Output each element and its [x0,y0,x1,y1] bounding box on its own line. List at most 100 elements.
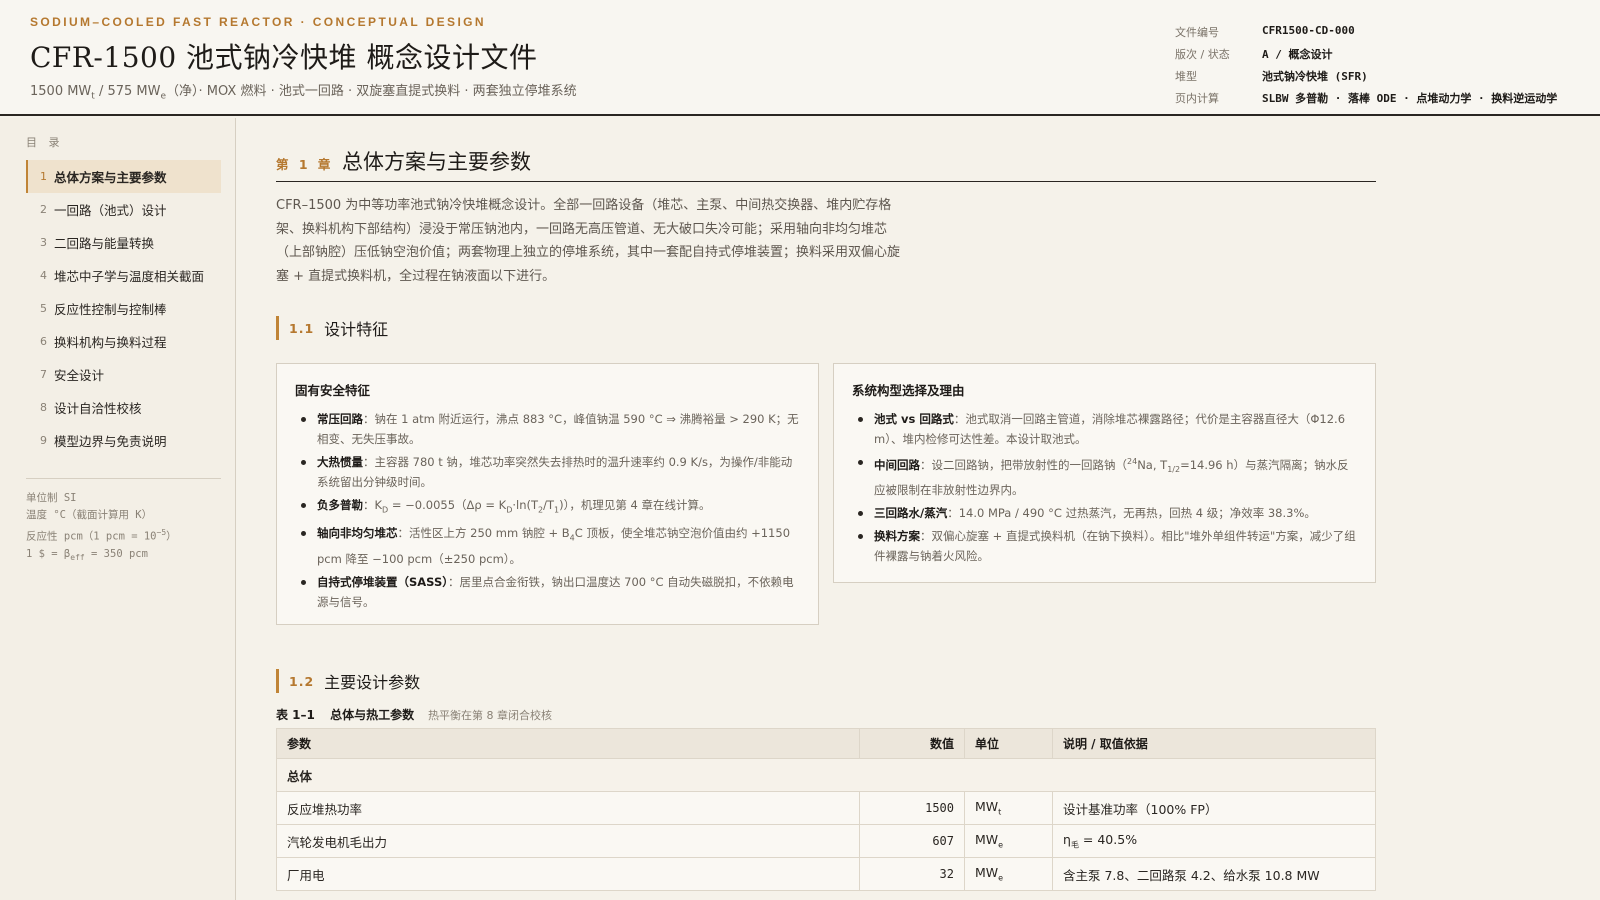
table-caption-title: 总体与热工参数 [330,708,415,722]
meta-key-reactor-type: 堆型 [1175,70,1197,83]
toc-item-6[interactable]: 6 换料机构与换料过程 [26,325,221,358]
toc-item-label: 反应性控制与控制棒 [54,302,167,317]
toc-item-5[interactable]: 5 反应性控制与控制棒 [26,292,221,325]
cell-value: 32 [859,857,965,891]
toc-item-label: 总体方案与主要参数 [54,170,167,185]
table-row: 反应堆热功率 1500 MWt 设计基准功率（100% FP） [276,791,1376,825]
column-header-parameter: 参数 [276,728,860,759]
section-title: 主要设计参数 [324,673,421,692]
table-caption-note: 热平衡在第 8 章闭合校核 [428,709,552,722]
table-header-row: 参数 数值 单位 说明 / 取值依据 [276,728,1376,759]
chapter-title: 总体方案与主要参数 [342,150,531,174]
toc-item-number: 3 [40,236,47,249]
document-title: CFR-1500 池式钠冷快堆 概念设计文件 [30,41,538,74]
card-system-configuration: 系统构型选择及理由 池式 vs 回路式：池式取消一回路主管道，消除堆芯裸露路径；… [833,363,1376,583]
toc-item-2[interactable]: 2 一回路（池式）设计 [26,193,221,226]
toc-item-label: 安全设计 [54,368,105,383]
card-title: 固有安全特征 [295,383,371,398]
meta-value-reactor-type: 池式钠冷快堆 (SFR) [1262,70,1368,83]
cell-note: 含主泵 7.8、二回路泵 4.2、给水泵 10.8 MW [1052,857,1376,891]
table-caption-number: 表 1–1 [276,708,315,722]
meta-key-revision: 版次 / 状态 [1175,48,1230,61]
cell-parameter: 反应堆热功率 [276,791,860,825]
meta-value-doc-number: CFR1500-CD-000 [1262,24,1355,37]
table-caption: 表 1–1 总体与热工参数 热平衡在第 8 章闭合校核 [276,706,552,723]
toc-item-label: 模型边界与免责说明 [54,434,167,449]
cell-unit: MWe [964,857,1053,891]
parameters-table: 参数 数值 单位 说明 / 取值依据 总体 反应堆热功率 1500 MWt 设计… [276,728,1376,891]
column-header-unit: 单位 [964,728,1053,759]
table-row: 厂用电 32 MWe 含主泵 7.8、二回路泵 4.2、给水泵 10.8 MW [276,857,1376,891]
list-item: 轴向非均匀堆芯：活性区上方 250 mm 钠腔 + B4C 顶板，使全堆芯钠空泡… [295,523,800,568]
card-title: 系统构型选择及理由 [852,383,965,398]
chapter-number: 第 1 章 [276,157,334,172]
card-inherent-safety: 固有安全特征 常压回路：钠在 1 atm 附近运行，沸点 883 °C，峰值钠温… [276,363,819,625]
toc-item-label: 设计自洽性校核 [54,401,142,416]
toc-label: 目 录 [26,136,64,149]
cell-note: 设计基准功率（100% FP） [1052,791,1376,825]
cell-note: η毛 = 40.5% [1052,824,1376,858]
table-group-label: 总体 [276,758,1376,792]
cell-unit: MWt [964,791,1053,825]
document-header: SODIUM–COOLED FAST REACTOR · CONCEPTUAL … [0,0,1600,116]
toc-item-1[interactable]: 1 总体方案与主要参数 [26,160,221,193]
section-number: 1.1 [289,320,315,336]
toc-item-label: 二回路与能量转换 [54,236,155,251]
column-header-note: 说明 / 取值依据 [1052,728,1376,759]
chapter-intro: CFR–1500 为中等功率池式钠冷快堆概念设计。全部一回路设备（堆芯、主泵、中… [276,198,901,284]
document-meta: 文件编号 CFR1500-CD-000 版次 / 状态 A / 概念设计 堆型 … [1175,24,1557,106]
units-line-temperature: 温度 °C（截面计算用 K） [26,509,153,521]
cell-unit: MWe [964,824,1053,858]
meta-key-doc-number: 文件编号 [1175,26,1219,39]
cell-parameter: 厂用电 [276,857,860,891]
main-content: 第 1 章 总体方案与主要参数 CFR–1500 为中等功率池式钠冷快堆概念设计… [276,118,1376,900]
units-line-system: 单位制 SI [26,492,77,504]
chapter-heading: 第 1 章 总体方案与主要参数 [276,146,1376,182]
bullet-list: 常压回路：钠在 1 atm 附近运行，沸点 883 °C，峰值钠温 590 °C… [295,409,800,612]
toc-item-number: 2 [40,203,47,216]
table-group-row: 总体 [276,758,1376,792]
toc-item-7[interactable]: 7 安全设计 [26,358,221,391]
toc-item-label: 一回路（池式）设计 [54,203,167,218]
meta-value-calculations: SLBW 多普勒 · 落棒 ODE · 点堆动力学 · 换料逆运动学 [1262,92,1558,105]
toc-item-8[interactable]: 8 设计自洽性校核 [26,391,221,424]
units-note: 单位制 SI 温度 °C（截面计算用 K） 反应性 pcm（1 pcm = 10… [26,490,177,566]
list-item: 池式 vs 回路式：池式取消一回路主管道，消除堆芯裸露路径；代价是主容器直径大（… [852,409,1357,449]
table-row: 汽轮发电机毛出力 607 MWe η毛 = 40.5% [276,824,1376,858]
meta-value-revision: A / 概念设计 [1262,48,1333,61]
list-item: 大热惯量：主容器 780 t 钠，堆芯功率突然失去排热时的温升速率约 0.9 K… [295,452,800,492]
toc-item-label: 换料机构与换料过程 [54,335,167,350]
list-item: 换料方案：双偏心旋塞 + 直提式换料机（在钠下换料）。相比"堆外单组件转运"方案… [852,526,1357,566]
toc-item-number: 6 [40,335,47,348]
toc-item-9[interactable]: 9 模型边界与免责说明 [26,424,221,457]
toc-item-number: 8 [40,401,47,414]
toc-item-number: 4 [40,269,47,282]
toc-item-4[interactable]: 4 堆芯中子学与温度相关截面 [26,259,221,292]
header-eyebrow: SODIUM–COOLED FAST REACTOR · CONCEPTUAL … [30,15,486,29]
toc-item-number: 7 [40,368,47,381]
section-heading-1-1: 1.1 设计特征 [276,316,388,340]
section-heading-1-2: 1.2 主要设计参数 [276,669,420,693]
section-title: 设计特征 [324,320,389,339]
meta-key-calculations: 页内计算 [1175,92,1219,105]
list-item: 三回路水/蒸汽：14.0 MPa / 490 °C 过热蒸汽，无再热，回热 4 … [852,503,1357,523]
list-item: 常压回路：钠在 1 atm 附近运行，沸点 883 °C，峰值钠温 590 °C… [295,409,800,449]
toc-list: 1 总体方案与主要参数 2 一回路（池式）设计 3 二回路与能量转换 4 堆芯中子学与温… [26,160,221,457]
section-number: 1.2 [289,673,315,689]
list-item: 自持式停堆装置（SASS）：居里点合金衔铁，钠出口温度达 700 °C 自动失磁… [295,572,800,612]
document-subtitle: 1500 MWt / 575 MWe（净）· MOX 燃料 · 池式一回路 · … [30,84,577,102]
list-item: 负多普勒：KD = −0.0055（Δρ = KD·ln(T2/T1)），机理见… [295,495,800,520]
bullet-list: 池式 vs 回路式：池式取消一回路主管道，消除堆芯裸露路径；代价是主容器直径大（… [852,409,1357,566]
toc-item-number: 5 [40,302,47,315]
toc-item-number: 1 [40,170,47,183]
units-line-reactivity: 反应性 pcm（1 pcm = 10−5） [26,528,177,543]
cell-value: 607 [859,824,965,858]
toc-item-3[interactable]: 3 二回路与能量转换 [26,226,221,259]
toc-item-number: 9 [40,434,47,447]
toc-item-label: 堆芯中子学与温度相关截面 [54,269,205,284]
cell-value: 1500 [859,791,965,825]
list-item: 中间回路：设二回路钠，把带放射性的一回路钠（24Na, T1/2=14.96 h… [852,452,1357,500]
cell-parameter: 汽轮发电机毛出力 [276,824,860,858]
toc-sidebar: 目 录 1 总体方案与主要参数 2 一回路（池式）设计 3 二回路与能量转换 4 堆芯中… [0,118,236,900]
toc-divider [26,478,221,479]
